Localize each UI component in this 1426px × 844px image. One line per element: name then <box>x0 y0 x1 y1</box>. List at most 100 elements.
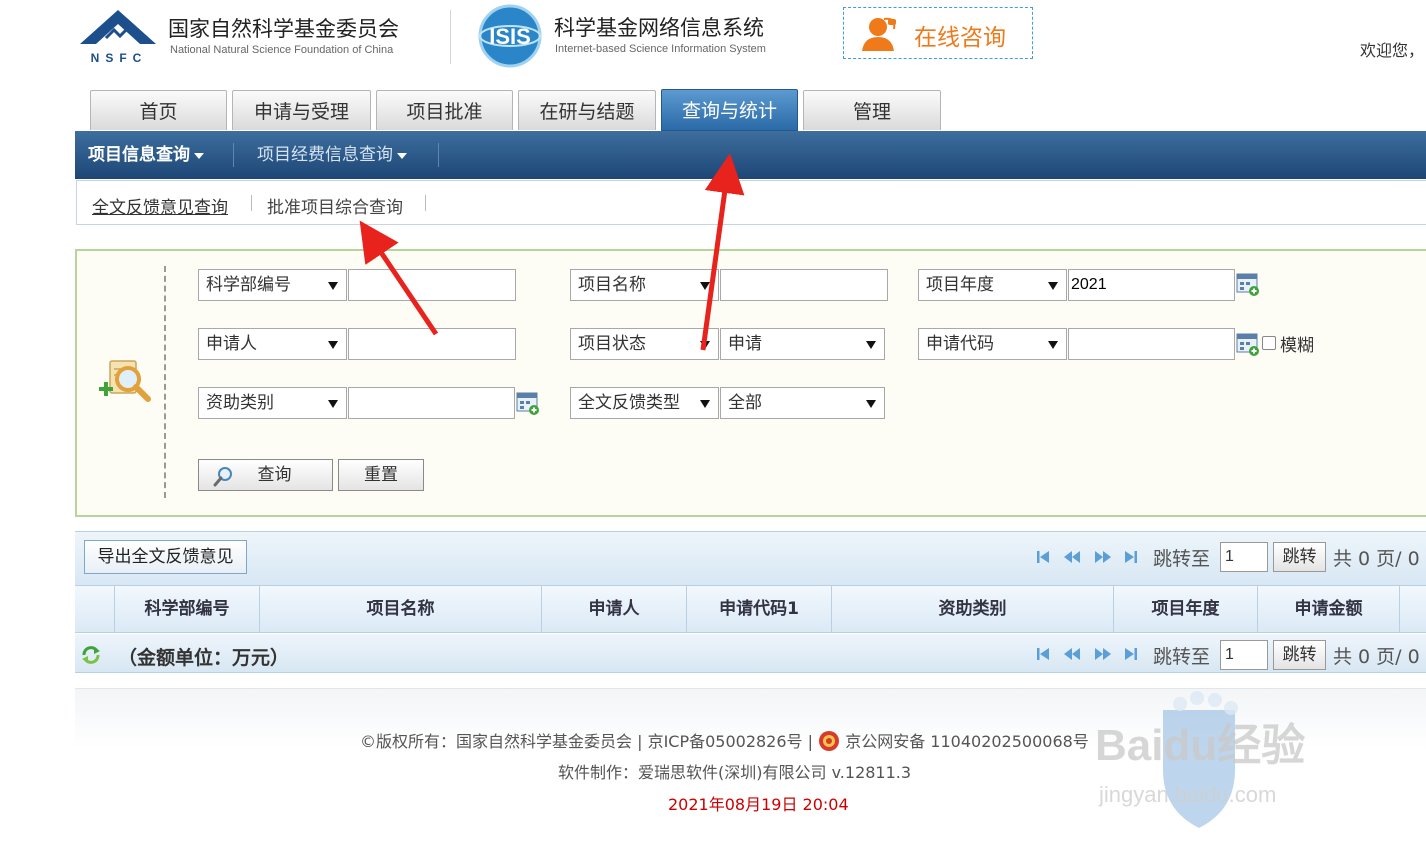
funding-type-picker-icon[interactable] <box>516 390 540 416</box>
isis-logo-text: ISIS <box>489 24 531 49</box>
page-number-input[interactable]: 1 <box>1220 640 1268 670</box>
prev-page-icon[interactable] <box>1063 647 1081 661</box>
caret-down-icon <box>194 152 204 159</box>
online-consult-button[interactable]: 在线咨询 <box>843 7 1033 59</box>
total-pages-text: 共 0 页/ 0 <box>1333 646 1420 668</box>
dropdown-arrow-icon <box>328 400 338 408</box>
field-select-applicant[interactable]: 申请人 <box>198 328 347 360</box>
online-consult-label: 在线咨询 <box>914 25 1006 51</box>
caret-down-icon <box>397 152 407 159</box>
export-feedback-button[interactable]: 导出全文反馈意见 <box>84 540 247 574</box>
field-select-label: 项目年度 <box>926 275 994 295</box>
field-select-feedback-type[interactable]: 全文反馈类型 <box>570 387 719 419</box>
support-agent-icon <box>862 17 896 51</box>
nav-item-funding-info[interactable]: 项目经费信息查询 <box>257 131 407 179</box>
welcome-text: 欢迎您， <box>1360 41 1425 60</box>
reset-button[interactable]: 重置 <box>338 459 424 491</box>
dropdown-arrow-icon <box>700 341 710 349</box>
first-page-icon[interactable] <box>1036 647 1050 661</box>
current-datetime: 2021年08月19日 20:04 <box>668 795 849 814</box>
project-status-select[interactable]: 申请 <box>720 328 885 360</box>
magnifier-add-icon <box>98 357 158 407</box>
column-header[interactable]: 申请人 <box>542 586 687 632</box>
subnav-approved-query[interactable]: 批准项目综合查询 <box>267 193 403 218</box>
dropdown-arrow-icon <box>1048 341 1058 349</box>
dropdown-arrow-icon <box>700 282 710 290</box>
calendar-picker-icon[interactable] <box>1236 271 1260 297</box>
field-select-label: 申请代码 <box>926 334 994 354</box>
project-year-input[interactable]: 2021 <box>1068 269 1235 301</box>
subnav-fulltext-feedback[interactable]: 全文反馈意见查询 <box>92 193 228 218</box>
amount-unit-note: （金额单位：万元） <box>118 647 290 669</box>
feedback-type-select[interactable]: 全部 <box>720 387 885 419</box>
page-number-input[interactable]: 1 <box>1220 542 1268 572</box>
tab-apply[interactable]: 申请与受理 <box>232 90 371 130</box>
police-record-link[interactable]: 京公网安备 11040202500068号 <box>845 732 1089 751</box>
tab-manage[interactable]: 管理 <box>803 90 941 130</box>
tab-query-stats[interactable]: 查询与统计 <box>661 89 798 131</box>
nav-item-label: 项目信息查询 <box>88 145 190 165</box>
sub-nav: 全文反馈意见查询 批准项目综合查询 <box>76 180 1426 225</box>
dept-code-input[interactable] <box>348 269 516 301</box>
fuzzy-checkbox[interactable] <box>1262 336 1276 350</box>
field-select-label: 资助类别 <box>206 393 274 413</box>
copyright-prefix: ©版权所有：国家自然科学基金委员会 | 京ICP备05002826号 | <box>360 732 819 751</box>
dropdown-arrow-icon <box>328 341 338 349</box>
org-name-cn: 国家自然科学基金委员会 <box>168 17 399 41</box>
project-name-input[interactable] <box>720 269 888 301</box>
software-credit: 软件制作：爱瑞思软件(深圳)有限公司 v.12811.3 <box>558 763 912 782</box>
field-select-project-name[interactable]: 项目名称 <box>570 269 719 301</box>
field-select-label: 项目状态 <box>578 334 646 354</box>
field-select-funding-type[interactable]: 资助类别 <box>198 387 347 419</box>
field-select-label: 项目名称 <box>578 275 646 295</box>
subnav-divider <box>251 195 252 211</box>
police-badge-icon <box>819 731 840 751</box>
code-picker-icon[interactable] <box>1236 331 1260 357</box>
go-page-button[interactable]: 跳转 <box>1273 542 1326 572</box>
column-header-checkbox <box>75 586 115 632</box>
column-header[interactable]: 申请代码1 <box>687 586 832 632</box>
column-header[interactable]: 资助类别 <box>832 586 1114 632</box>
nav-divider <box>233 143 234 167</box>
field-select-project-status[interactable]: 项目状态 <box>570 328 719 360</box>
copyright-text: ©版权所有：国家自然科学基金委员会 | 京ICP备05002826号 | 京公网… <box>360 728 1089 752</box>
last-page-icon[interactable] <box>1124 550 1138 564</box>
column-header[interactable]: 申请金额 <box>1258 586 1400 632</box>
query-button[interactable]: 查询 <box>198 459 333 491</box>
system-name-cn: 科学基金网络信息系统 <box>554 16 764 40</box>
dropdown-arrow-icon <box>700 400 710 408</box>
prev-page-icon[interactable] <box>1063 550 1081 564</box>
jump-to-label: 跳转至 <box>1153 548 1211 570</box>
field-select-project-year[interactable]: 项目年度 <box>918 269 1067 301</box>
last-page-icon[interactable] <box>1124 647 1138 661</box>
nav-item-project-info[interactable]: 项目信息查询 <box>88 131 204 179</box>
field-select-label: 全文反馈类型 <box>578 393 680 413</box>
go-page-button[interactable]: 跳转 <box>1273 640 1326 670</box>
nav-item-label: 项目经费信息查询 <box>257 145 393 165</box>
next-page-icon[interactable] <box>1094 550 1112 564</box>
tab-home[interactable]: 首页 <box>90 90 227 130</box>
field-select-dept-code[interactable]: 科学部编号 <box>198 269 347 301</box>
tab-ongoing[interactable]: 在研与结题 <box>518 90 656 130</box>
dropdown-arrow-icon <box>866 341 876 349</box>
applicant-input[interactable] <box>348 328 516 360</box>
dropdown-arrow-icon <box>328 282 338 290</box>
org-name-en: National Natural Science Foundation of C… <box>170 44 394 56</box>
field-select-apply-code[interactable]: 申请代码 <box>918 328 1067 360</box>
jump-to-label: 跳转至 <box>1153 646 1211 668</box>
refresh-icon[interactable] <box>80 645 102 665</box>
query-button-label: 查询 <box>257 465 292 485</box>
column-header[interactable]: 项目年度 <box>1114 586 1258 632</box>
fuzzy-checkbox-label: 模糊 <box>1280 336 1314 356</box>
apply-code-input[interactable] <box>1068 328 1235 360</box>
system-name-en: Internet-based Science Information Syste… <box>555 43 766 55</box>
baidu-jingyan-watermark: Baidu经验 jingyan.baidu.com <box>1085 690 1426 840</box>
subnav-divider <box>425 195 426 211</box>
next-page-icon[interactable] <box>1094 647 1112 661</box>
column-header[interactable]: 科学部编号 <box>115 586 260 632</box>
first-page-icon[interactable] <box>1036 550 1050 564</box>
dropdown-arrow-icon <box>1048 282 1058 290</box>
tab-approval[interactable]: 项目批准 <box>376 90 513 130</box>
column-header[interactable]: 项目名称 <box>260 586 542 632</box>
funding-type-input[interactable] <box>348 387 515 419</box>
